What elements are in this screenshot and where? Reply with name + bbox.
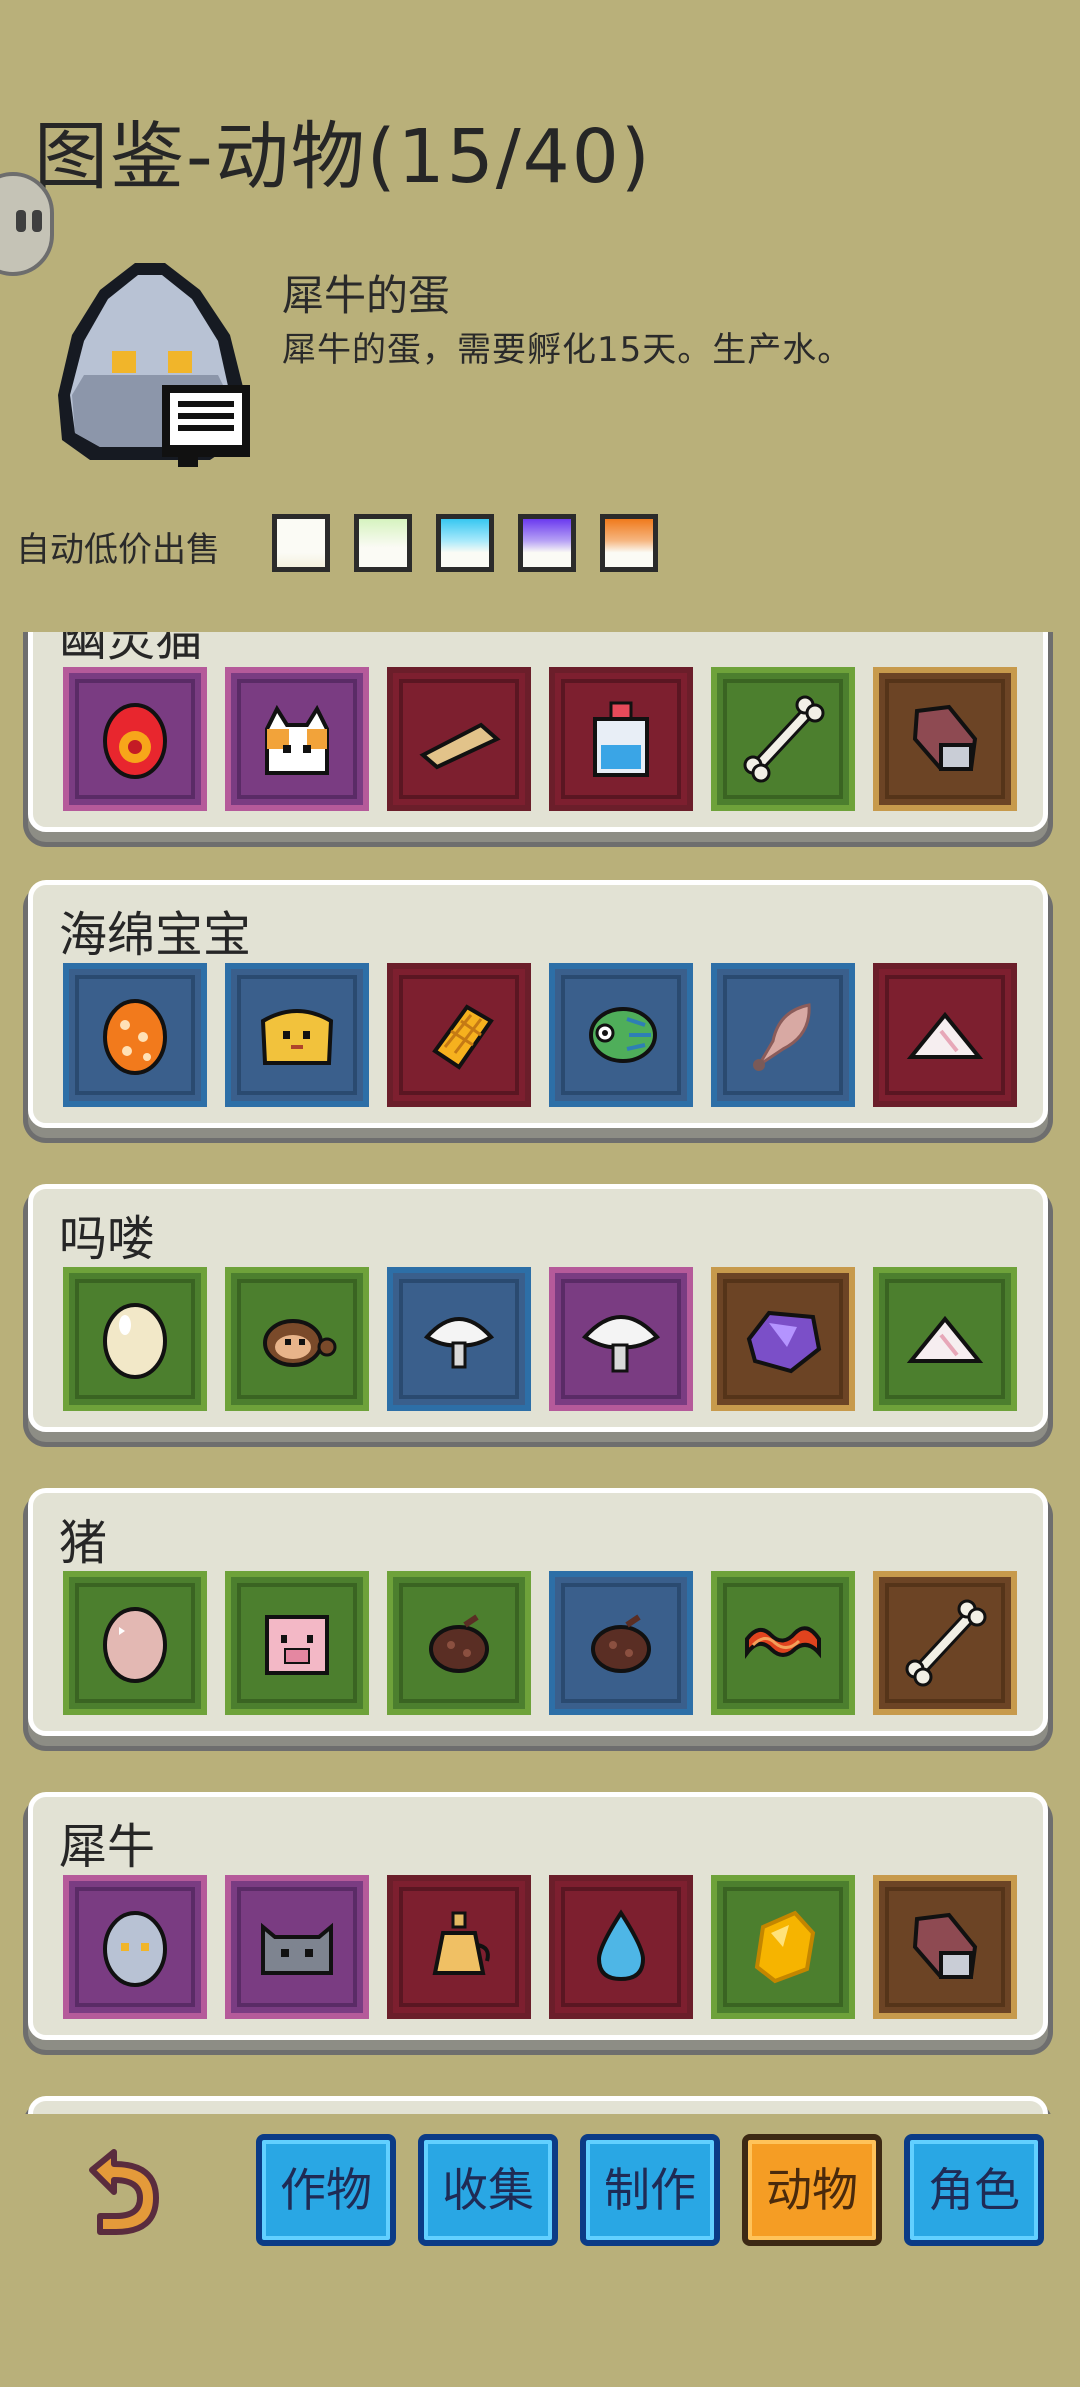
water-drop-icon	[596, 1909, 646, 1982]
truffle-icon	[429, 1614, 489, 1673]
category-card: 幽灵猫	[28, 632, 1048, 832]
item-slot[interactable]	[549, 1267, 693, 1411]
bacon-icon	[745, 1626, 821, 1659]
auto-sell-label: 自动低价出售	[16, 530, 220, 570]
item-slot[interactable]	[387, 1267, 531, 1411]
category-title: 海绵宝宝	[59, 907, 252, 963]
rhino-icon	[261, 1922, 333, 1975]
item-slot[interactable]	[711, 1875, 855, 2019]
auto-sell-rare-checkbox[interactable]	[436, 514, 494, 572]
item-slot[interactable]	[873, 667, 1017, 811]
category-title: 犀牛	[59, 1819, 156, 1875]
auto-sell-legendary-checkbox[interactable]	[600, 514, 658, 572]
item-slot[interactable]	[387, 667, 531, 811]
item-slot[interactable]	[225, 1571, 369, 1715]
salt-pile-icon	[906, 1011, 984, 1059]
item-slot[interactable]	[873, 1267, 1017, 1411]
fish-icon	[589, 1007, 657, 1063]
side-drawer-handle[interactable]	[0, 172, 54, 276]
tab-collect[interactable]: 收集	[418, 2134, 558, 2246]
item-slot[interactable]	[225, 1875, 369, 2019]
potion-bottle-icon	[593, 701, 649, 777]
selected-item-name: 犀牛的蛋	[282, 271, 451, 320]
tab-crafting[interactable]: 制作	[580, 2134, 720, 2246]
sponge-creature-icon	[260, 1009, 334, 1065]
item-slot[interactable]	[873, 1571, 1017, 1715]
auto-sell-uncommon-checkbox[interactable]	[354, 514, 412, 572]
category-card: 猪	[28, 1488, 1048, 1736]
category-title: 吗喽	[59, 1211, 156, 1267]
pig-icon	[265, 1615, 329, 1675]
oil-flask-icon	[432, 1911, 490, 1975]
category-title: 猪	[59, 1515, 108, 1571]
item-slot[interactable]	[387, 963, 531, 1107]
fire-egg-icon	[103, 703, 167, 779]
bottom-navigation: 作物 收集 制作 动物 角色	[0, 2120, 1080, 2260]
rhino-egg-icon	[50, 255, 250, 475]
item-slot[interactable]	[873, 1875, 1017, 2019]
item-slot[interactable]	[387, 1875, 531, 2019]
bone-icon	[905, 1599, 987, 1687]
mushroom-icon	[581, 1315, 661, 1373]
auto-sell-common-checkbox[interactable]	[272, 514, 330, 572]
cream-egg-icon	[103, 1303, 167, 1379]
tab-characters[interactable]: 角色	[904, 2134, 1044, 2246]
item-slot[interactable]	[549, 963, 693, 1107]
pink-egg-icon	[103, 1607, 167, 1683]
truffle-icon	[591, 1614, 651, 1673]
item-slot[interactable]	[225, 1267, 369, 1411]
category-card	[28, 2096, 1048, 2114]
tab-crops[interactable]: 作物	[256, 2134, 396, 2246]
page-title: 图鉴-动物(15/40)	[34, 114, 652, 200]
category-card: 海绵宝宝	[28, 880, 1048, 1128]
meat-cut-icon	[912, 704, 978, 771]
feather-icon	[753, 1003, 811, 1071]
item-slot[interactable]	[711, 963, 855, 1107]
mushroom-icon	[423, 1317, 495, 1369]
meat-cut-icon	[912, 1912, 978, 1979]
item-slot[interactable]	[711, 667, 855, 811]
item-slot[interactable]	[873, 963, 1017, 1107]
salt-pile-icon	[906, 1315, 984, 1363]
selected-item-description: 犀牛的蛋，需要孵化15天。生产水。	[282, 330, 853, 370]
item-slot[interactable]	[225, 667, 369, 811]
amethyst-ore-icon	[746, 1310, 822, 1374]
item-slot[interactable]	[549, 1571, 693, 1715]
item-slot[interactable]	[549, 667, 693, 811]
item-slot[interactable]	[63, 1875, 207, 2019]
item-slot[interactable]	[549, 1875, 693, 2019]
gold-nugget-icon	[754, 1910, 816, 1984]
item-slot[interactable]	[63, 1571, 207, 1715]
item-slot[interactable]	[225, 963, 369, 1107]
bread-loaf-icon	[419, 722, 501, 770]
ghost-cat-icon	[265, 704, 329, 775]
item-slot[interactable]	[63, 667, 207, 811]
tab-animals[interactable]: 动物	[742, 2134, 882, 2246]
animal-collection-list[interactable]: 幽灵猫 海绵宝宝 吗喽 猪 犀牛	[0, 632, 1080, 2114]
rhino-egg-icon	[103, 1911, 167, 1987]
back-arrow-icon[interactable]	[60, 2142, 170, 2242]
category-card: 吗喽	[28, 1184, 1048, 1432]
category-card: 犀牛	[28, 1792, 1048, 2040]
item-slot[interactable]	[63, 963, 207, 1107]
spotted-egg-icon	[103, 999, 167, 1075]
auto-sell-epic-checkbox[interactable]	[518, 514, 576, 572]
item-slot[interactable]	[63, 1267, 207, 1411]
honeycomb-icon	[432, 1004, 494, 1070]
item-slot[interactable]	[711, 1571, 855, 1715]
monkey-icon	[263, 1319, 337, 1367]
item-slot[interactable]	[387, 1571, 531, 1715]
item-slot[interactable]	[711, 1267, 855, 1411]
bone-icon	[743, 695, 825, 783]
category-title: 幽灵猫	[59, 632, 204, 667]
